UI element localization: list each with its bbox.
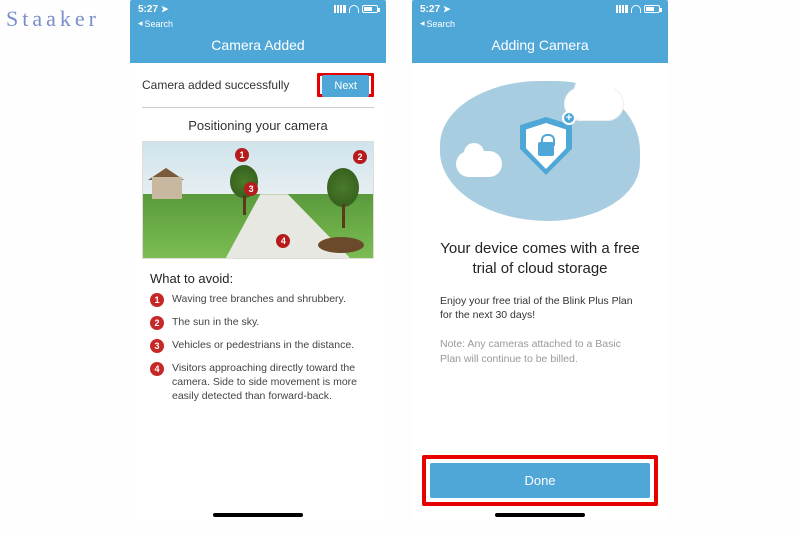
bullet-4: 4 <box>150 362 164 376</box>
list-item: 3 Vehicles or pedestrians in the distanc… <box>150 338 366 353</box>
list-item: 1 Waving tree branches and shrubbery. <box>150 292 366 307</box>
list-item: 2 The sun in the sky. <box>150 315 366 330</box>
page-title: Camera Added <box>130 31 386 63</box>
success-text: Camera added successfully <box>142 78 289 92</box>
home-indicator[interactable] <box>213 513 303 517</box>
bullet-2: 2 <box>150 316 164 330</box>
status-time: 5:27 <box>420 4 440 15</box>
lock-icon <box>538 142 554 156</box>
location-icon: ➤ <box>443 4 451 15</box>
positioning-illustration: 1 2 3 4 <box>142 141 374 259</box>
list-item: 4 Visitors approaching directly toward t… <box>150 361 366 404</box>
status-bar: 5:27 ➤ <box>412 0 668 18</box>
battery-icon <box>362 5 378 13</box>
marker-2: 2 <box>353 150 367 164</box>
signal-icon <box>616 5 628 13</box>
back-to-search[interactable]: ◂ Search <box>130 18 386 31</box>
avoid-text-2: The sun in the sky. <box>172 315 259 329</box>
highlight-next: Next <box>317 73 374 97</box>
back-label: Search <box>427 19 456 29</box>
done-button[interactable]: Done <box>430 463 650 498</box>
highlight-done: Done <box>422 455 658 506</box>
back-to-search[interactable]: ◂ Search <box>412 18 668 31</box>
next-button[interactable]: Next <box>322 75 369 97</box>
trial-note-text: Note: Any cameras attached to a Basic Pl… <box>412 333 668 370</box>
avoid-list: 1 Waving tree branches and shrubbery. 2 … <box>130 292 386 412</box>
back-label: Search <box>145 19 174 29</box>
home-indicator[interactable] <box>495 513 585 517</box>
status-time: 5:27 <box>138 4 158 15</box>
phone-camera-added: 5:27 ➤ ◂ Search Camera Added Camera adde… <box>130 0 386 520</box>
chevron-left-icon: ◂ <box>420 18 425 29</box>
cloud-storage-illustration: + <box>412 63 668 233</box>
trial-body-text: Enjoy your free trial of the Blink Plus … <box>412 290 668 333</box>
battery-icon <box>644 5 660 13</box>
chevron-left-icon: ◂ <box>138 18 143 29</box>
avoid-heading: What to avoid: <box>130 259 386 292</box>
bullet-3: 3 <box>150 339 164 353</box>
page-title: Adding Camera <box>412 31 668 63</box>
trial-heading: Your device comes with a free trial of c… <box>412 233 668 290</box>
signal-icon <box>334 5 346 13</box>
location-icon: ➤ <box>161 4 169 15</box>
wifi-icon <box>631 5 641 13</box>
bullet-1: 1 <box>150 293 164 307</box>
marker-1: 1 <box>235 148 249 162</box>
phone-adding-camera: 5:27 ➤ ◂ Search Adding Camera + <box>412 0 668 520</box>
status-bar: 5:27 ➤ <box>130 0 386 18</box>
cloud-icon <box>456 151 502 177</box>
phone-row: 5:27 ➤ ◂ Search Camera Added Camera adde… <box>130 0 668 520</box>
watermark-text: Staaker <box>6 6 100 32</box>
success-row: Camera added successfully Next <box>130 63 386 107</box>
avoid-text-3: Vehicles or pedestrians in the distance. <box>172 338 354 352</box>
wifi-icon <box>349 5 359 13</box>
positioning-title: Positioning your camera <box>130 108 386 141</box>
plus-badge-icon: + <box>562 111 576 125</box>
avoid-text-1: Waving tree branches and shrubbery. <box>172 292 346 306</box>
avoid-text-4: Visitors approaching directly toward the… <box>172 361 366 404</box>
